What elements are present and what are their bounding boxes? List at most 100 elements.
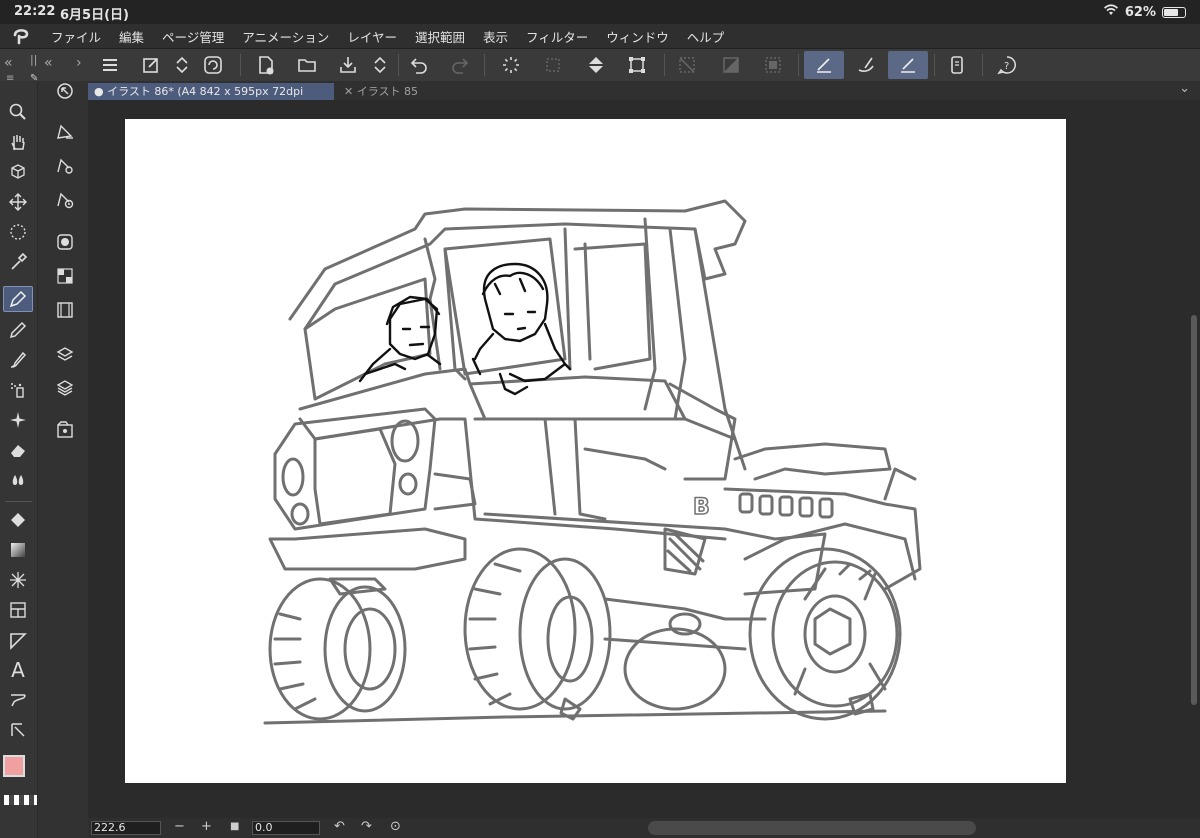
menu-edit[interactable]: 編集 (110, 27, 153, 46)
rotate-left-icon[interactable]: ↶ (334, 819, 345, 834)
status-bar: 22:22 6月5日(日) 62% (0, 0, 1200, 24)
zoom-in-button[interactable]: + (201, 819, 212, 834)
tab-illust-86[interactable]: ● イラスト 86* (A4 842 x 595px 72dpi 222.6%) (88, 83, 334, 115)
tab-illust-85[interactable]: ✕ イラスト 85 (338, 83, 448, 100)
text-icon[interactable]: A (3, 657, 33, 683)
redo-icon[interactable] (443, 51, 477, 79)
reset-rotation-icon[interactable]: ⊙ (390, 819, 401, 834)
palette-menu-icon[interactable]: ≡ (6, 73, 14, 84)
vertical-scroll-thumb[interactable] (1191, 315, 1197, 705)
menu-filter[interactable]: フィルター (517, 27, 597, 46)
toolbar-separator (664, 54, 665, 76)
selection-border-icon[interactable] (756, 51, 790, 79)
invert-selection-icon[interactable] (714, 51, 748, 79)
move-icon[interactable] (3, 189, 33, 215)
svg-text:B: B (693, 495, 710, 520)
battery-icon (1162, 6, 1186, 18)
gradient-icon[interactable] (3, 537, 33, 563)
rotate-right-icon[interactable]: ↷ (361, 819, 372, 834)
toolbar-separator (240, 54, 241, 76)
pen-target-icon[interactable] (50, 187, 80, 213)
status-date: 6月5日(日) (60, 8, 129, 23)
brush-icon[interactable] (3, 347, 33, 373)
svg-text:?: ? (1004, 61, 1009, 72)
transparent-color-swatch[interactable] (4, 795, 38, 805)
transform-icon[interactable] (620, 51, 654, 79)
pen-icon[interactable] (3, 286, 33, 312)
pencil-icon[interactable] (3, 317, 33, 343)
open-folder-icon[interactable] (290, 51, 324, 79)
menu-view[interactable]: 表示 (474, 27, 517, 46)
deselect-icon[interactable] (670, 51, 704, 79)
export-icon[interactable] (331, 51, 365, 79)
eyedropper-icon[interactable] (3, 249, 33, 275)
menu-file[interactable]: ファイル (42, 27, 110, 46)
help-icon[interactable]: ? (990, 51, 1024, 79)
loading-icon[interactable] (494, 51, 528, 79)
battery-percent: 62% (1124, 4, 1156, 20)
menu-layer[interactable]: レイヤー (338, 27, 406, 46)
chevron-down-icon[interactable]: ⌄ (1179, 81, 1190, 96)
main-color-swatch[interactable] (3, 755, 25, 777)
menu-selection[interactable]: 選択範囲 (406, 27, 474, 46)
fill-icon[interactable] (579, 51, 613, 79)
expand-right-icon[interactable]: › (76, 55, 82, 71)
canvas-status-bar: 222.6 − + ■ 0.0 ↶ ↷ ⊙ (88, 818, 1200, 838)
line-correction-icon[interactable] (804, 51, 844, 79)
color-set-icon[interactable] (50, 263, 80, 289)
new-window-icon[interactable] (134, 51, 168, 79)
pen-settings-icon[interactable] (50, 119, 80, 145)
layer-property-icon[interactable] (50, 341, 80, 367)
select-all-icon[interactable] (536, 51, 570, 79)
blend-icon[interactable] (3, 467, 33, 493)
new-file-icon[interactable] (249, 51, 283, 79)
correct-line-icon[interactable] (3, 717, 33, 743)
hand-icon[interactable] (3, 129, 33, 155)
toolbar-separator (798, 54, 799, 76)
ruler-icon[interactable] (3, 627, 33, 653)
menu-page[interactable]: ページ管理 (153, 27, 233, 46)
canvas-paper[interactable]: B (125, 119, 1066, 783)
stepper-icon[interactable] (165, 51, 199, 79)
airbrush-icon[interactable] (3, 377, 33, 403)
clip-studio-logo-icon[interactable] (0, 27, 42, 45)
smartphone-icon[interactable] (940, 51, 974, 79)
fill-bucket-icon[interactable] (3, 507, 33, 533)
material-icon[interactable] (50, 417, 80, 443)
menu-window[interactable]: ウィンドウ (597, 27, 678, 46)
collapse-left-icon[interactable]: « (4, 55, 13, 71)
frame-icon[interactable] (3, 597, 33, 623)
document-tabs: ● イラスト 86* (A4 842 x 595px 72dpi 222.6%)… (88, 81, 1200, 115)
menu-help[interactable]: ヘルプ (678, 27, 734, 46)
layer-icon[interactable] (50, 375, 80, 401)
object-icon[interactable] (3, 159, 33, 185)
rotate-field[interactable]: 0.0 (252, 821, 320, 835)
timeline-icon[interactable] (50, 297, 80, 323)
clip-logo-icon[interactable] (196, 51, 230, 79)
zoom-icon[interactable] (3, 99, 33, 125)
hamburger-icon[interactable] (93, 51, 127, 79)
undo-icon[interactable] (402, 51, 436, 79)
pen-gear-icon[interactable] (50, 153, 80, 179)
pressure-icon[interactable] (888, 51, 928, 79)
stop-icon[interactable]: ■ (230, 821, 239, 832)
eraser-icon[interactable] (3, 437, 33, 463)
collapse-left-icon-2[interactable]: « (44, 55, 53, 71)
menu-animation[interactable]: アニメーション (233, 27, 338, 46)
zoom-field[interactable]: 222.6 (91, 821, 161, 835)
sketch-drawing: B (263, 199, 922, 725)
decoration-icon[interactable] (3, 407, 33, 433)
balloon-icon[interactable] (3, 687, 33, 713)
menu-bar: ファイル 編集 ページ管理 アニメーション レイヤー 選択範囲 表示 フィルター… (0, 24, 1200, 48)
lasso-icon[interactable] (3, 219, 33, 245)
status-time: 22:22 (14, 4, 56, 19)
stepper-icon-2[interactable] (363, 51, 397, 79)
zoom-out-button[interactable]: − (174, 819, 185, 834)
figure-icon[interactable] (3, 567, 33, 593)
subtool-menu-icon[interactable] (50, 78, 80, 104)
vertical-scrollbar[interactable] (1188, 100, 1200, 818)
toolbar-separator (934, 54, 935, 76)
smooth-icon[interactable] (848, 51, 884, 79)
color-circle-icon[interactable] (50, 229, 80, 255)
horizontal-scrollbar[interactable] (648, 821, 976, 835)
